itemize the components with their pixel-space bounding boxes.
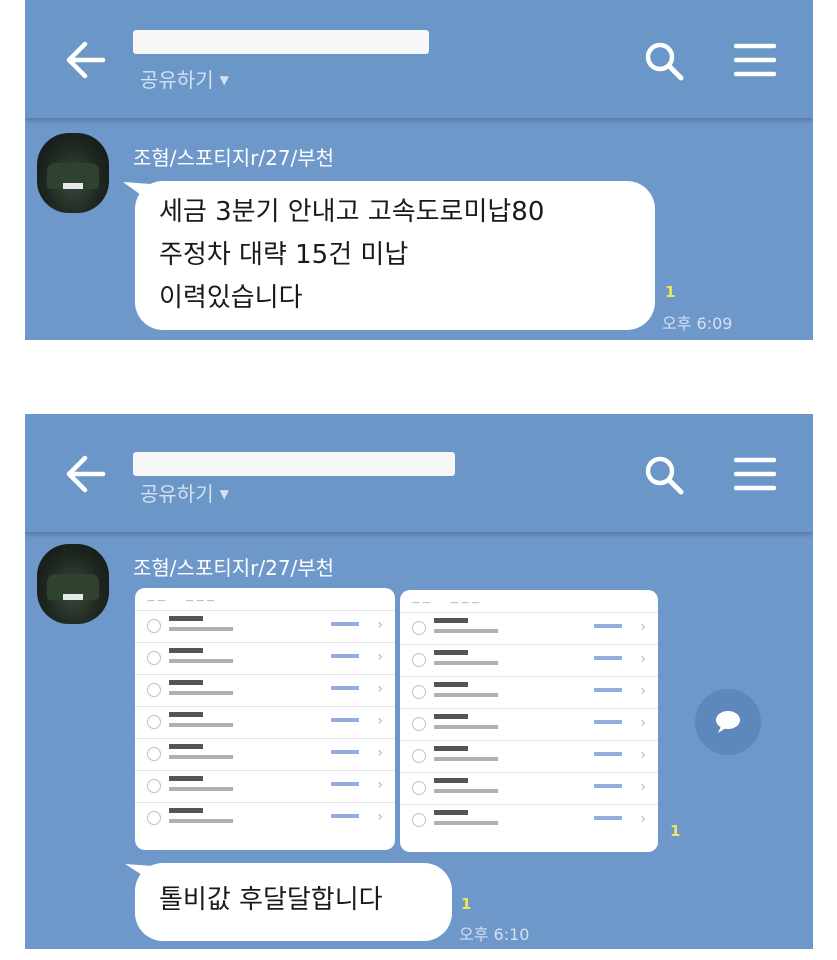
speech-bubble-icon — [716, 711, 740, 733]
arrow-left-icon[interactable] — [65, 454, 107, 494]
list-item: › — [400, 676, 658, 708]
caret-down-icon: ▼ — [219, 487, 229, 501]
share-dropdown[interactable]: 공유하기 ▼ — [140, 64, 229, 93]
sender-name: 조혐/스포티지r/27/부천 — [133, 146, 335, 170]
image-unread-count: 1 — [670, 822, 681, 840]
chat-screenshot-1: 공유하기 ▼ 조혐/스포티지r/27/부천 세금 3분기 안내고 고속도로미납80… — [25, 0, 813, 340]
share-dropdown[interactable]: 공유하기 ▼ — [140, 478, 229, 507]
chat-screenshot-2: 공유하기 ▼ 조혐/스포티지r/27/부천 — — — — — › › › › › … — [25, 414, 813, 949]
chat-header: 공유하기 ▼ — [25, 0, 813, 118]
redacted-room-title — [133, 30, 429, 54]
message-time: 오후 6:09 — [662, 314, 733, 333]
list-item: › — [400, 772, 658, 804]
message-text: 세금 3분기 안내고 고속도로미납80 주정차 대략 15건 미납 이력있습니다 — [159, 197, 545, 313]
list-item: › — [400, 708, 658, 740]
list-item: › — [400, 644, 658, 676]
avatar[interactable] — [37, 133, 109, 213]
list-item: › — [135, 674, 395, 706]
arrow-left-icon[interactable] — [65, 40, 107, 80]
hamburger-menu-icon[interactable] — [734, 42, 776, 78]
license-plate — [63, 594, 83, 600]
unread-count: 1 — [665, 283, 676, 301]
search-icon[interactable] — [643, 40, 685, 82]
list-item: › — [400, 612, 658, 644]
share-label: 공유하기 — [140, 68, 214, 92]
image-toolbar: — — — — — — [412, 598, 480, 607]
search-icon[interactable] — [643, 454, 685, 496]
list-item: › — [400, 740, 658, 772]
message-time: 오후 6:10 — [459, 925, 530, 944]
list-item: › — [135, 706, 395, 738]
hamburger-menu-icon[interactable] — [734, 456, 776, 492]
shared-image-right[interactable]: — — — — — › › › › › › › — [400, 590, 658, 852]
message-bubble[interactable]: 톨비값 후달달합니다 — [135, 863, 452, 941]
list-item: › — [135, 802, 395, 834]
avatar[interactable] — [37, 544, 109, 624]
sender-name: 조혐/스포티지r/27/부천 — [133, 556, 335, 580]
caret-down-icon: ▼ — [219, 73, 229, 87]
message-text: 톨비값 후달달합니다 — [159, 885, 383, 915]
list-item: › — [135, 770, 395, 802]
image-toolbar: — — — — — — [147, 596, 215, 605]
unread-count: 1 — [461, 895, 472, 913]
chat-header: 공유하기 ▼ — [25, 414, 813, 532]
message-bubble[interactable]: 세금 3분기 안내고 고속도로미납80 주정차 대략 15건 미납 이력있습니다 — [135, 181, 655, 330]
list-item: › — [135, 610, 395, 642]
share-label: 공유하기 — [140, 482, 214, 506]
list-item: › — [400, 804, 658, 836]
list-item: › — [135, 738, 395, 770]
license-plate — [63, 183, 83, 189]
list-item: › — [135, 642, 395, 674]
shared-image-left[interactable]: — — — — — › › › › › › › — [135, 588, 395, 850]
share-button[interactable] — [695, 689, 761, 755]
redacted-room-title — [133, 452, 455, 476]
